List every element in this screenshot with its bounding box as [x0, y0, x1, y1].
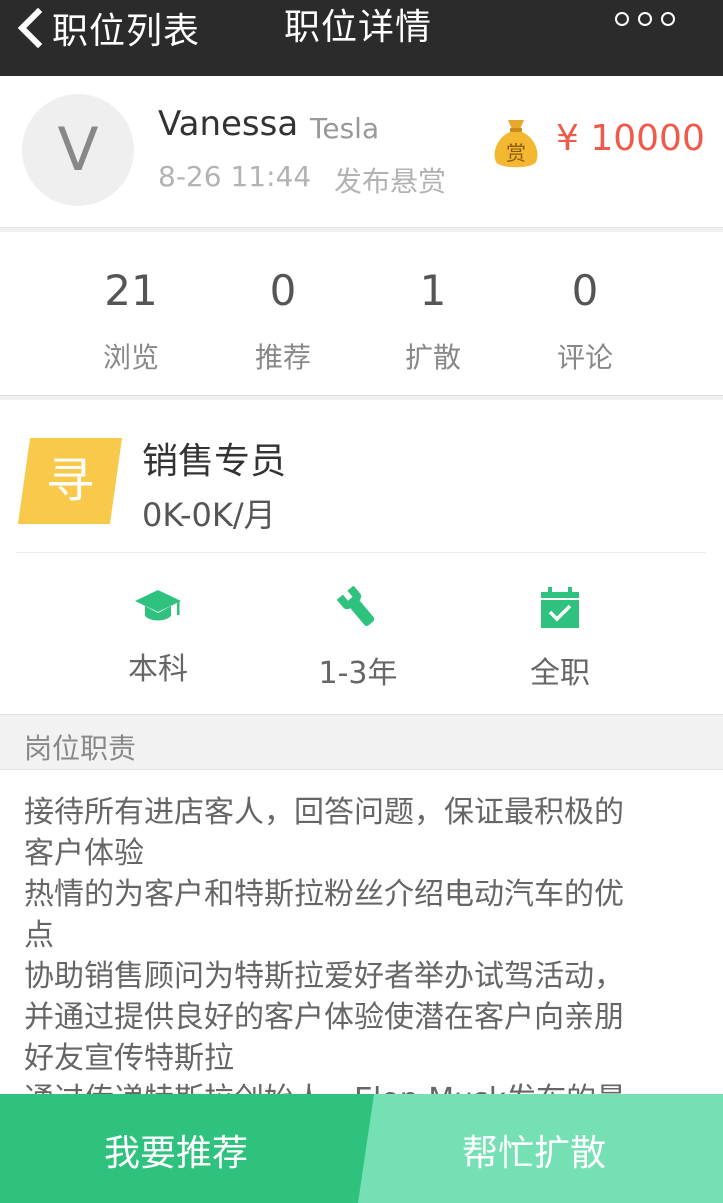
- text-line: 点: [24, 918, 54, 953]
- stat-label: 扩散: [404, 341, 461, 374]
- page-title: 职位详情: [284, 7, 433, 48]
- requirement-experience: 1-3年: [258, 586, 458, 692]
- bag-char: 赏: [506, 141, 526, 165]
- section-header: 岗位职责: [0, 714, 723, 770]
- poster-header: V Vanessa Tesla 8-26 11:44 发布悬赏 赏 ¥ 1000…: [0, 76, 723, 228]
- calendar-check-icon: [541, 587, 579, 628]
- spread-button-label[interactable]: 帮忙扩散: [462, 1124, 606, 1176]
- text-line: 并通过提供良好的客户体验使潜在客户向亲朋: [24, 1000, 624, 1035]
- graduation-cap-icon: [135, 590, 181, 621]
- requirement-type: 全职: [460, 586, 660, 692]
- stat-value: 21: [104, 266, 158, 315]
- requirement-label: 全职: [530, 656, 590, 691]
- avatar[interactable]: V: [22, 94, 134, 206]
- text-line: 协助销售顾问为特斯拉爱好者举办试驾活动，: [24, 959, 624, 994]
- requirement-label: 本科: [128, 652, 188, 687]
- job-badge-char: 寻: [45, 453, 94, 509]
- text-line: 好友宣传特斯拉: [24, 1041, 234, 1076]
- stat-value: 0: [571, 266, 599, 315]
- divider: [16, 552, 706, 553]
- post-time: 8-26 11:44: [158, 160, 312, 193]
- text-line: 接待所有进店客人，回答问题，保证最积极的: [24, 795, 624, 830]
- more-options-button[interactable]: [615, 12, 675, 26]
- more-dot-icon: [615, 12, 629, 26]
- text-line: 热情的为客户和特斯拉粉丝介绍电动汽车的优: [24, 877, 624, 912]
- top-nav-bar: 职位列表 职位详情: [0, 0, 723, 76]
- money-bag-icon: 赏: [494, 120, 538, 168]
- post-action: 发布悬赏: [334, 165, 447, 198]
- job-badge: 寻: [17, 438, 123, 524]
- chevron-left-icon: [17, 8, 43, 48]
- poster-name: Vanessa: [158, 104, 299, 144]
- stat-label: 浏览: [102, 341, 159, 374]
- stat-label: 评论: [556, 341, 613, 374]
- stats-bar: 21 浏览 0 推荐 1 扩散 0 评论: [0, 232, 723, 396]
- recommend-button-label[interactable]: 我要推荐: [104, 1124, 248, 1176]
- stat-value: 0: [269, 266, 297, 315]
- poster-company: Tesla: [310, 112, 380, 145]
- stat-label: 推荐: [254, 341, 311, 374]
- responsibilities-text: 接待所有进店客人，回答问题，保证最积极的 客户体验 热情的为客户和特斯拉粉丝介绍…: [0, 770, 723, 1100]
- stat-value: 1: [419, 266, 447, 315]
- job-card: 寻 销售专员 0K-0K/月 本科 1-3年 全职: [0, 400, 723, 714]
- text-line: 客户体验: [24, 836, 144, 871]
- job-salary: 0K-0K/月: [142, 496, 276, 534]
- back-label: 职位列表: [52, 11, 201, 52]
- wrench-icon: [336, 586, 375, 626]
- section-title: 岗位职责: [24, 732, 137, 765]
- requirement-education: 本科: [58, 586, 258, 688]
- bottom-action-bar: 我要推荐 帮忙扩散: [0, 1094, 723, 1203]
- more-dot-icon: [661, 12, 675, 26]
- reward-amount: ¥ 10000: [556, 118, 705, 159]
- job-title: 销售专员: [142, 441, 287, 482]
- requirement-label: 1-3年: [318, 656, 398, 691]
- more-dot-icon: [638, 12, 652, 26]
- back-button[interactable]: 职位列表: [14, 0, 200, 56]
